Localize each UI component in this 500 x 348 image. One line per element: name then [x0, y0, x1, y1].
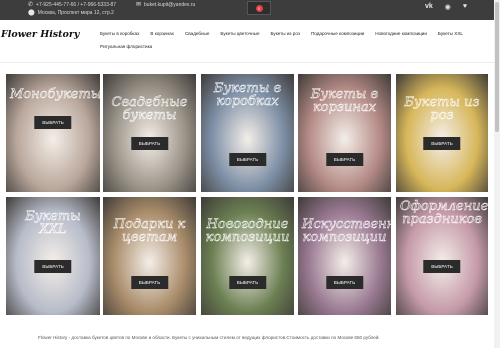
cart-count-badge: 0 [255, 4, 263, 12]
nav-item-newyear[interactable]: Новогодние композиции [375, 31, 427, 36]
phone-text[interactable]: +7-925-445-77-66 / +7-966-5333-87 [36, 2, 116, 8]
choose-button[interactable]: ВЫБРАТЬ [325, 153, 364, 166]
category-tile-roses[interactable]: Букеты из роз ВЫБРАТЬ [396, 74, 488, 192]
category-title: Свадебные букеты [111, 95, 188, 123]
footer-text: Flower History - доставка букетов цветов… [38, 335, 380, 340]
choose-button[interactable]: ВЫБРАТЬ [34, 260, 72, 273]
category-title: Букеты из роз [404, 95, 480, 123]
choose-button[interactable]: ВЫБРАТЬ [228, 276, 267, 289]
vk-icon[interactable]: vk [425, 3, 433, 11]
cart-button[interactable]: 0 [247, 1, 271, 15]
email-text[interactable]: buket.kupit@yandex.ru [144, 2, 195, 8]
address-contact: ⬤ Москва, Проспект мира 12, стр.2 [28, 10, 114, 16]
category-title: Букеты в коробках [213, 81, 282, 109]
nav-row-2: Ритуальная флористика [100, 41, 480, 51]
category-tile-artificial[interactable]: Искусственные композиции ВЫБРАТЬ [298, 197, 391, 315]
nav-item-gift[interactable]: Подарочные композиции [311, 31, 364, 36]
scrollbar-thumb[interactable] [495, 2, 499, 132]
nav-item-baskets[interactable]: В корзинах [150, 31, 174, 36]
nav-item-xxl[interactable]: Букеты XXL [438, 31, 463, 36]
category-title: Подарки к цветам [113, 217, 186, 245]
choose-button[interactable]: ВЫБРАТЬ [130, 276, 169, 289]
top-bar: ✆ +7-925-445-77-66 / +7-966-5333-87 ⬤ Мо… [0, 0, 494, 20]
site-logo[interactable]: Flower History [1, 29, 79, 40]
category-tile-holidays[interactable]: Оформление праздников ВЫБРАТЬ [396, 197, 488, 315]
category-tile-baskets[interactable]: Букеты в корзинах ВЫБРАТЬ [298, 74, 391, 192]
choose-button[interactable]: ВЫБРАТЬ [423, 260, 461, 273]
header-divider [0, 62, 494, 63]
category-tile-wedding[interactable]: Свадебные букеты ВЫБРАТЬ [103, 74, 196, 192]
location-icon: ⬤ [28, 10, 35, 16]
category-title: Оформление праздников [400, 199, 488, 227]
nav-item-roses[interactable]: Букеты из роз [271, 31, 300, 36]
heart-icon[interactable]: ♥ [463, 3, 467, 11]
choose-button[interactable]: ВЫБРАТЬ [130, 137, 169, 150]
nav-row-1: Букеты в коробках В корзинах Свадебные Б… [100, 25, 480, 41]
category-title: Букеты в корзинах [310, 87, 379, 115]
category-tile-mono[interactable]: Монобукеты ВЫБРАТЬ [6, 74, 100, 192]
social-links: vk ◉ ♥ [425, 3, 467, 11]
nav-item-boxes[interactable]: Букеты в коробках [100, 31, 139, 36]
category-title: Новогодние композиции [205, 217, 290, 245]
category-title: Монобукеты [10, 87, 100, 102]
choose-button[interactable]: ВЫБРАТЬ [34, 116, 72, 129]
phone-contact[interactable]: ✆ +7-925-445-77-66 / +7-966-5333-87 [28, 2, 116, 8]
whatsapp-icon[interactable]: ◉ [445, 3, 451, 11]
nav-item-flower-bouquets[interactable]: Букеты цветочные [220, 31, 259, 36]
main-nav: Букеты в коробках В корзинах Свадебные Б… [100, 25, 480, 51]
email-contact[interactable]: ✉ buket.kupit@yandex.ru [136, 2, 195, 8]
choose-button[interactable]: ВЫБРАТЬ [423, 137, 461, 150]
nav-item-wedding[interactable]: Свадебные [185, 31, 209, 36]
mail-icon: ✉ [136, 2, 142, 8]
choose-button[interactable]: ВЫБРАТЬ [228, 153, 267, 166]
choose-button[interactable]: ВЫБРАТЬ [325, 276, 364, 289]
category-title: Букеты XXL [25, 209, 81, 237]
category-tile-newyear[interactable]: Новогодние композиции ВЫБРАТЬ [201, 197, 294, 315]
category-title: Искусственные композиции [302, 217, 391, 245]
category-tile-xxl[interactable]: Букеты XXL ВЫБРАТЬ [6, 197, 100, 315]
category-tile-boxes[interactable]: Букеты в коробках ВЫБРАТЬ [201, 74, 294, 192]
address-text: Москва, Проспект мира 12, стр.2 [37, 10, 114, 16]
nav-item-ritual[interactable]: Ритуальная флористика [100, 44, 152, 49]
phone-icon: ✆ [28, 2, 34, 8]
category-tile-gifts[interactable]: Подарки к цветам ВЫБРАТЬ [103, 197, 196, 315]
